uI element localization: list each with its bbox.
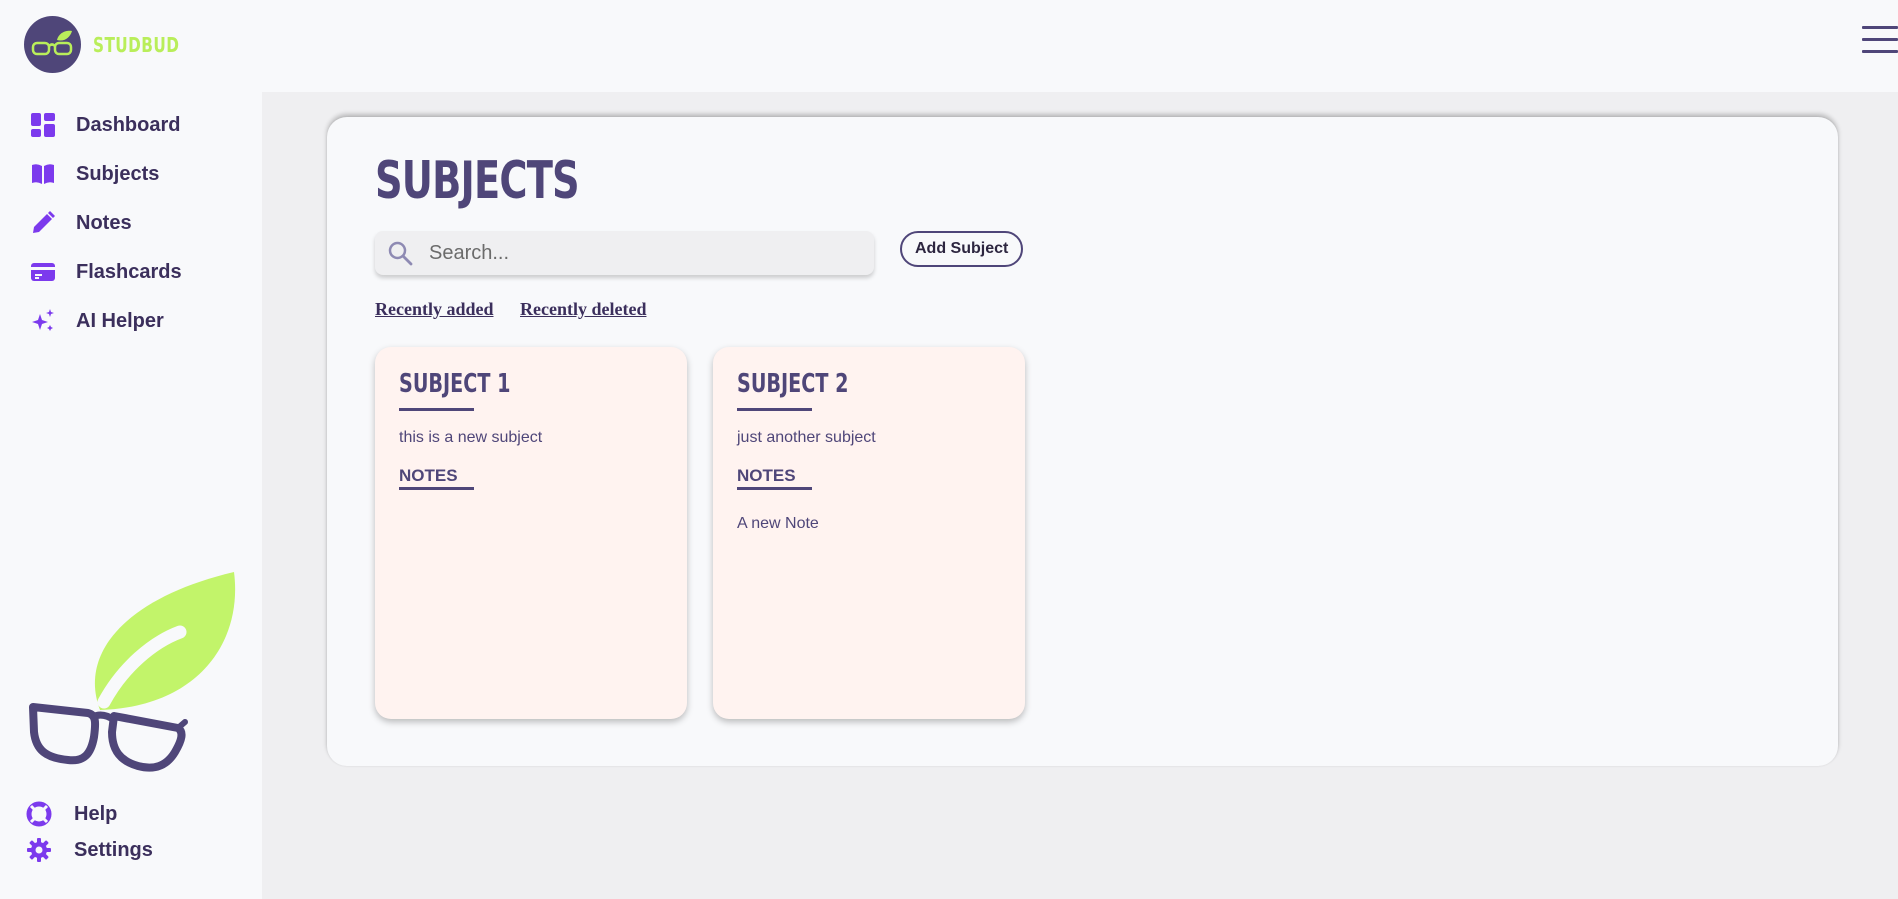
sidebar-item-dashboard[interactable]: Dashboard (30, 112, 180, 138)
subject-card[interactable]: SUBJECT 2 just another subject NOTES A n… (713, 347, 1025, 719)
add-subject-button[interactable]: Add Subject (900, 231, 1024, 267)
sidebar-item-settings[interactable]: Settings (26, 837, 153, 863)
sidebar: Dashboard Subjects Notes Flashcards AI H… (0, 92, 262, 899)
title-underline (399, 408, 474, 411)
recently-added-link[interactable]: Recently added (375, 299, 494, 320)
sidebar-item-flashcards[interactable]: Flashcards (30, 259, 182, 285)
menu-icon[interactable] (1862, 26, 1898, 56)
note-item[interactable]: A new Note (737, 515, 819, 533)
sidebar-item-help[interactable]: Help (26, 801, 117, 827)
sidebar-item-label: Help (74, 802, 118, 825)
sidebar-item-label: Notes (76, 211, 132, 234)
dashboard-icon (30, 112, 56, 138)
mascot-leaf-glasses-icon (28, 572, 238, 797)
subject-card[interactable]: SUBJECT 1 this is a new subject NOTES (375, 347, 687, 719)
logo-glasses-icon (24, 16, 81, 73)
subject-description: this is a new subject (399, 429, 543, 446)
title-underline (737, 408, 812, 411)
notes-underline (399, 487, 474, 490)
sidebar-item-label: Settings (74, 838, 153, 861)
main-content: SUBJECTS Add Subject Recently added Rece… (262, 92, 1898, 899)
brand-name: STUDBUD (93, 32, 180, 57)
sidebar-item-label: Flashcards (76, 260, 182, 283)
subjects-panel: SUBJECTS Add Subject Recently added Rece… (327, 117, 1838, 766)
subject-description: just another subject (737, 429, 876, 446)
sparkles-icon (30, 308, 56, 334)
page-title: SUBJECTS (375, 151, 580, 211)
search-input[interactable] (427, 240, 851, 266)
notes-heading: NOTES (399, 466, 458, 485)
recently-deleted-link[interactable]: Recently deleted (520, 299, 646, 320)
sidebar-item-label: AI Helper (76, 309, 164, 332)
subject-title: SUBJECT 2 (737, 369, 849, 399)
sidebar-item-label: Subjects (76, 162, 160, 185)
gear-icon (26, 837, 52, 863)
sidebar-item-subjects[interactable]: Subjects (30, 161, 159, 187)
sidebar-item-notes[interactable]: Notes (30, 210, 132, 236)
card-icon (30, 259, 56, 285)
sidebar-item-label: Dashboard (76, 113, 181, 136)
search-icon (387, 240, 413, 266)
book-icon (30, 161, 56, 187)
notes-underline (737, 487, 812, 490)
pencil-icon (30, 210, 56, 236)
subject-title: SUBJECT 1 (399, 369, 511, 399)
notes-heading: NOTES (737, 466, 796, 485)
search-bar[interactable] (375, 231, 874, 275)
lifebuoy-icon (26, 801, 52, 827)
logo[interactable]: STUDBUD (24, 16, 195, 73)
sidebar-item-ai-helper[interactable]: AI Helper (30, 308, 164, 334)
